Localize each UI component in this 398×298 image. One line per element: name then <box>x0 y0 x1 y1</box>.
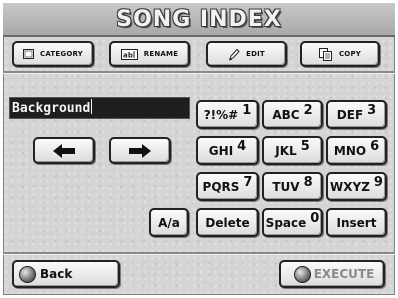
key-5-letters: JKL <box>275 143 297 158</box>
key-8[interactable]: TUV 8 <box>262 172 323 201</box>
song-name-value: Background <box>12 101 91 116</box>
key-5-number: 5 <box>300 139 310 154</box>
copy-icon <box>318 47 332 61</box>
key-3-number: 3 <box>367 103 377 118</box>
key-2-letters: ABC <box>272 107 300 122</box>
key-4-number: 4 <box>237 139 247 154</box>
key-4[interactable]: GHI 4 <box>196 136 259 165</box>
page-title: SONG INDEX <box>116 6 282 32</box>
key-3[interactable]: DEF 3 <box>326 100 387 129</box>
rename-button[interactable]: ab RENAME <box>109 41 190 67</box>
edit-pen-icon <box>228 48 240 60</box>
key-6-letters: MNO <box>333 143 367 158</box>
back-button[interactable]: Back <box>12 260 120 288</box>
category-label: CATEGORY <box>40 50 83 58</box>
key-2-number: 2 <box>303 103 313 118</box>
execute-knob-icon <box>293 265 311 283</box>
cursor-right-button[interactable] <box>109 137 171 164</box>
key-1-letters: ?!%# <box>203 107 239 122</box>
rename-icon: ab <box>120 48 138 60</box>
key-8-letters: TUV <box>272 179 300 194</box>
key-5[interactable]: JKL 5 <box>262 136 323 165</box>
key-3-letters: DEF <box>336 107 364 122</box>
key-4-letters: GHI <box>208 143 234 158</box>
delete-label: Delete <box>205 215 250 230</box>
space-key[interactable]: Space 0 <box>262 208 323 237</box>
key-7[interactable]: PQRS 7 <box>196 172 259 201</box>
insert-button[interactable]: Insert <box>326 208 387 237</box>
key-9[interactable]: WXYZ 9 <box>326 172 387 201</box>
rename-label: RENAME <box>143 50 179 58</box>
key-6-number: 6 <box>370 139 380 154</box>
category-button[interactable]: CATEGORY <box>12 41 94 67</box>
category-icon <box>23 49 35 59</box>
key-9-letters: WXYZ <box>330 179 370 194</box>
insert-label: Insert <box>336 215 377 230</box>
key-6[interactable]: MNO 6 <box>326 136 387 165</box>
footer-divider <box>3 252 395 255</box>
arrow-right-icon <box>129 143 151 158</box>
title-bar: SONG INDEX <box>3 3 395 37</box>
case-toggle-label: A/a <box>158 215 180 230</box>
edit-button[interactable]: EDIT <box>206 41 287 67</box>
delete-button[interactable]: Delete <box>196 208 259 237</box>
cursor-left-button[interactable] <box>33 137 95 164</box>
space-key-number: 0 <box>310 211 320 226</box>
back-label: Back <box>40 267 73 281</box>
key-1[interactable]: ?!%# 1 <box>196 100 259 129</box>
edit-label: EDIT <box>246 50 265 58</box>
execute-button[interactable]: EXECUTE <box>279 260 385 288</box>
text-cursor <box>91 99 93 114</box>
key-7-number: 7 <box>243 175 253 190</box>
execute-label: EXECUTE <box>313 267 375 281</box>
space-key-label: Space <box>265 215 307 230</box>
back-knob-icon <box>19 265 36 283</box>
song-name-field[interactable]: Background <box>9 97 190 119</box>
copy-label: COPY <box>338 50 362 58</box>
key-9-number: 9 <box>373 175 383 190</box>
copy-button[interactable]: COPY <box>300 41 380 67</box>
key-7-letters: PQRS <box>202 179 240 194</box>
arrow-left-icon <box>53 143 75 158</box>
key-1-number: 1 <box>242 103 252 118</box>
svg-text:ab: ab <box>123 51 133 59</box>
case-toggle-button[interactable]: A/a <box>149 208 189 237</box>
key-2[interactable]: ABC 2 <box>262 100 323 129</box>
toolbar-divider <box>3 71 395 74</box>
key-8-number: 8 <box>303 175 313 190</box>
